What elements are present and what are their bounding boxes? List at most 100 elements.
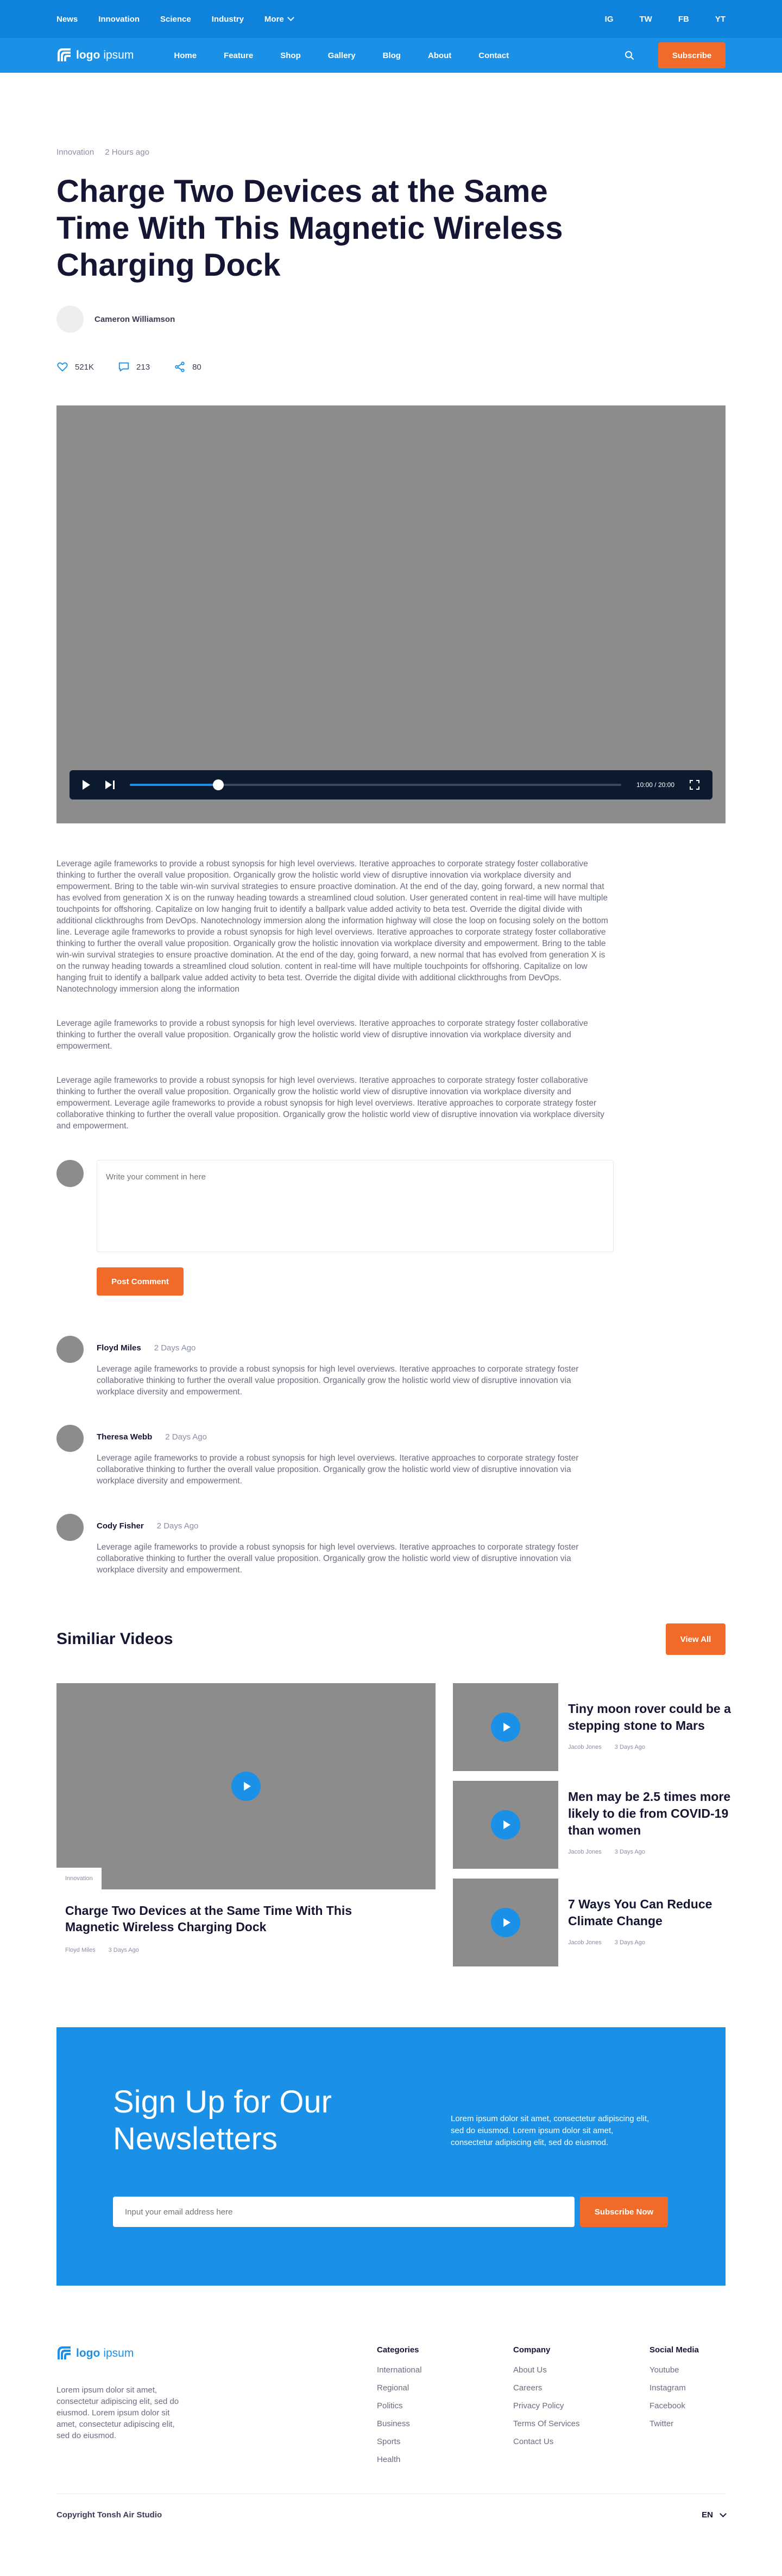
chevron-down-icon bbox=[287, 14, 294, 21]
comment-author[interactable]: Cody Fisher bbox=[97, 1521, 144, 1531]
section-title: Similiar Videos bbox=[56, 1630, 173, 1648]
footer-link[interactable]: Business bbox=[377, 2419, 513, 2428]
nav-item-blog[interactable]: Blog bbox=[383, 51, 401, 60]
newsletter-title: Sign Up for Our Newsletters bbox=[113, 2084, 332, 2156]
avatar[interactable] bbox=[56, 1336, 84, 1363]
logo-text-bold: logo bbox=[76, 49, 100, 61]
footer-link[interactable]: Privacy Policy bbox=[513, 2401, 649, 2410]
play-icon[interactable] bbox=[491, 1810, 520, 1839]
video-title[interactable]: Men may be 2.5 times more likely to die … bbox=[568, 1788, 731, 1839]
language-selector[interactable]: EN bbox=[702, 2510, 727, 2520]
comment-input[interactable] bbox=[97, 1160, 614, 1252]
logo[interactable]: logo ipsum bbox=[56, 2345, 377, 2362]
author-row: Cameron Williamson bbox=[56, 306, 726, 333]
logo-text-thin: ipsum bbox=[103, 2347, 134, 2359]
social-link-yt[interactable]: YT bbox=[715, 15, 726, 24]
footer-link[interactable]: Regional bbox=[377, 2383, 513, 2393]
top-link-science[interactable]: Science bbox=[160, 15, 191, 24]
video-thumbnail[interactable] bbox=[453, 1879, 558, 1966]
play-icon[interactable] bbox=[491, 1908, 520, 1937]
footer-link[interactable]: Instagram bbox=[649, 2383, 699, 2393]
heart-icon bbox=[57, 362, 68, 372]
video-thumbnail[interactable]: Innovation bbox=[56, 1683, 436, 1889]
top-link-industry[interactable]: Industry bbox=[212, 15, 244, 24]
footer-link[interactable]: International bbox=[377, 2365, 513, 2375]
list-item[interactable]: Tiny moon rover could be a stepping ston… bbox=[453, 1683, 731, 1771]
video-player[interactable]: 10:00 / 20:00 bbox=[56, 405, 726, 823]
top-link-news[interactable]: News bbox=[56, 15, 78, 24]
video-title[interactable]: Charge Two Devices at the Same Time With… bbox=[56, 1902, 404, 1935]
newsletter-description: Lorem ipsum dolor sit amet, consectetur … bbox=[451, 2114, 649, 2147]
article-paragraph: Leverage agile frameworks to provide a r… bbox=[56, 859, 608, 994]
comment-button[interactable]: 213 bbox=[118, 361, 150, 373]
article-category[interactable]: Innovation bbox=[56, 148, 94, 157]
nav-item-contact[interactable]: Contact bbox=[478, 51, 509, 60]
share-button[interactable]: 80 bbox=[174, 361, 201, 373]
footer-link[interactable]: Facebook bbox=[649, 2401, 699, 2410]
footer-link[interactable]: About Us bbox=[513, 2365, 649, 2375]
play-icon[interactable] bbox=[231, 1772, 261, 1801]
video-date: 3 Days Ago bbox=[614, 1939, 646, 1946]
post-comment-button[interactable]: Post Comment bbox=[97, 1267, 184, 1296]
article-stats: 521K 213 80 bbox=[56, 361, 726, 373]
author-name[interactable]: Cameron Williamson bbox=[94, 315, 175, 324]
comment-author[interactable]: Theresa Webb bbox=[97, 1432, 152, 1442]
comment-author[interactable]: Floyd Miles bbox=[97, 1343, 141, 1353]
video-meta: Floyd Miles 3 Days Ago bbox=[56, 1947, 436, 1953]
article-paragraph: Leverage agile frameworks to provide a r… bbox=[56, 1019, 588, 1051]
footer-link[interactable]: Twitter bbox=[649, 2419, 699, 2428]
search-icon[interactable] bbox=[625, 50, 634, 60]
video-date: 3 Days Ago bbox=[614, 1849, 646, 1855]
fullscreen-icon[interactable] bbox=[690, 780, 699, 790]
play-icon[interactable] bbox=[491, 1712, 520, 1742]
footer-link[interactable]: Health bbox=[377, 2455, 513, 2464]
video-title[interactable]: 7 Ways You Can Reduce Climate Change bbox=[568, 1896, 726, 1930]
logo[interactable]: logo ipsum bbox=[56, 47, 134, 64]
social-link-fb[interactable]: FB bbox=[678, 15, 689, 24]
video-title[interactable]: Tiny moon rover could be a stepping ston… bbox=[568, 1701, 731, 1734]
skip-next-icon[interactable] bbox=[105, 781, 115, 789]
footer-link[interactable]: Terms Of Services bbox=[513, 2419, 649, 2428]
nav-item-shop[interactable]: Shop bbox=[280, 51, 301, 60]
avatar[interactable] bbox=[56, 1425, 84, 1452]
featured-video-card[interactable]: Innovation Charge Two Devices at the Sam… bbox=[56, 1683, 436, 1966]
nav-item-gallery[interactable]: Gallery bbox=[328, 51, 356, 60]
footer-link[interactable]: Youtube bbox=[649, 2365, 699, 2375]
nav-item-feature[interactable]: Feature bbox=[224, 51, 253, 60]
copyright: Copyright Tonsh Air Studio bbox=[56, 2510, 162, 2520]
video-progress-handle[interactable] bbox=[212, 779, 224, 790]
video-thumbnail[interactable] bbox=[453, 1781, 558, 1869]
video-author: Jacob Jones bbox=[568, 1849, 602, 1855]
subscribe-button[interactable]: Subscribe bbox=[658, 42, 726, 68]
footer-link[interactable]: Politics bbox=[377, 2401, 513, 2410]
more-dropdown[interactable]: More bbox=[264, 14, 294, 24]
footer-link[interactable]: Sports bbox=[377, 2437, 513, 2446]
video-thumbnail[interactable] bbox=[453, 1683, 558, 1771]
side-video-list: Tiny moon rover could be a stepping ston… bbox=[453, 1683, 731, 1966]
footer-about: Lorem ipsum dolor sit amet, consectetur … bbox=[56, 2385, 179, 2440]
social-link-ig[interactable]: IG bbox=[605, 15, 614, 24]
email-field[interactable] bbox=[113, 2197, 575, 2227]
footer-link[interactable]: Careers bbox=[513, 2383, 649, 2393]
video-progress-fill bbox=[130, 784, 218, 786]
nav-item-about[interactable]: About bbox=[428, 51, 451, 60]
play-icon[interactable] bbox=[83, 780, 90, 790]
article-time: 2 Hours ago bbox=[105, 148, 149, 157]
nav-item-home[interactable]: Home bbox=[174, 51, 197, 60]
footer-column-company: Company About Us Careers Privacy Policy … bbox=[513, 2345, 649, 2473]
category-tag: Innovation bbox=[56, 1868, 102, 1889]
list-item[interactable]: Men may be 2.5 times more likely to die … bbox=[453, 1781, 731, 1869]
subscribe-now-button[interactable]: Subscribe Now bbox=[580, 2197, 668, 2227]
top-link-innovation[interactable]: Innovation bbox=[98, 15, 140, 24]
social-link-tw[interactable]: TW bbox=[640, 15, 652, 24]
footer-link[interactable]: Contact Us bbox=[513, 2437, 649, 2446]
footer-column-social: Social Media Youtube Instagram Facebook … bbox=[649, 2345, 699, 2473]
like-button[interactable]: 521K bbox=[56, 361, 94, 373]
video-progress-bar[interactable] bbox=[130, 779, 621, 790]
list-item[interactable]: 7 Ways You Can Reduce Climate Change Jac… bbox=[453, 1879, 731, 1966]
view-all-button[interactable]: View All bbox=[666, 1623, 726, 1655]
avatar[interactable] bbox=[56, 306, 84, 333]
nav-items: Home Feature Shop Gallery Blog About Con… bbox=[174, 51, 509, 60]
avatar[interactable] bbox=[56, 1514, 84, 1541]
video-author: Jacob Jones bbox=[568, 1744, 602, 1750]
